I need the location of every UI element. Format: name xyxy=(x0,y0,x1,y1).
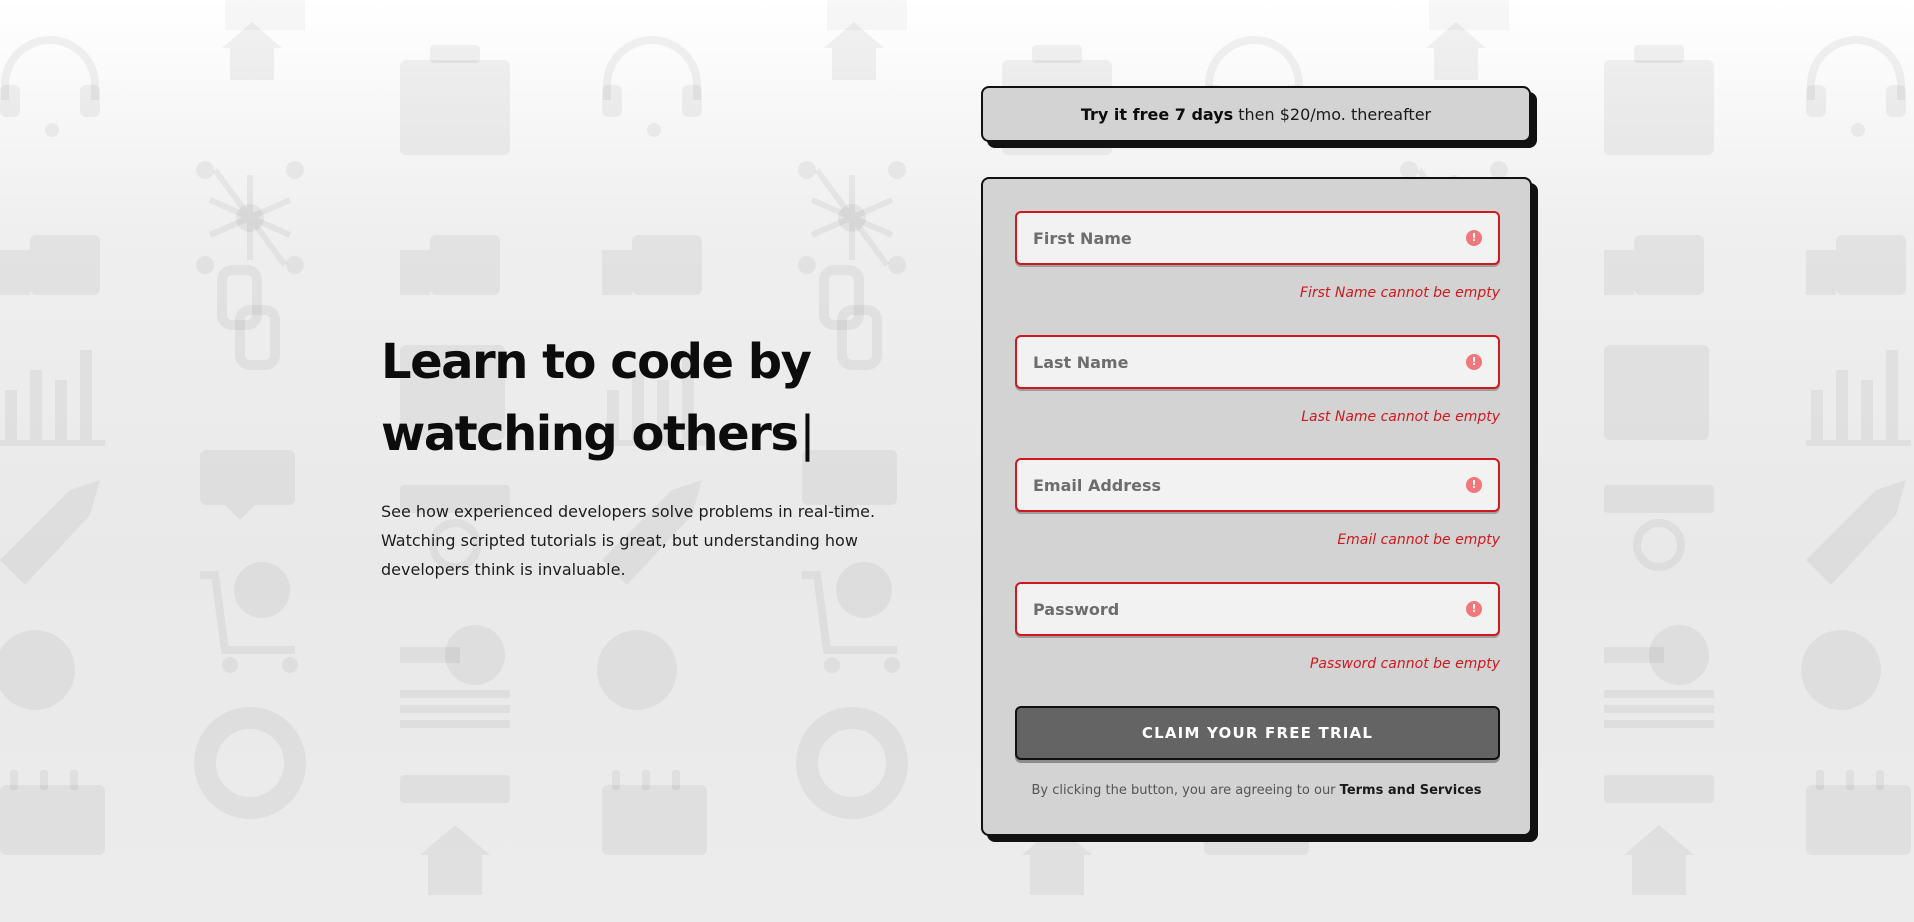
error-icon: ! xyxy=(1466,477,1482,493)
password-field: ! Password cannot be empty xyxy=(1015,582,1500,672)
typing-caret: | xyxy=(799,406,815,462)
password-input-box: ! xyxy=(1015,582,1500,636)
first-name-input-box: ! xyxy=(1015,211,1500,265)
trial-banner-rest: then $20/mo. thereafter xyxy=(1238,104,1432,124)
email-input[interactable] xyxy=(1017,460,1498,510)
error-icon: ! xyxy=(1466,230,1482,246)
first-name-input[interactable] xyxy=(1017,213,1498,263)
first-name-field: ! First Name cannot be empty xyxy=(1015,211,1500,301)
error-icon: ! xyxy=(1466,354,1482,370)
claim-free-trial-button[interactable]: CLAIM YOUR FREE TRIAL xyxy=(1015,706,1500,760)
email-input-box: ! xyxy=(1015,458,1500,512)
last-name-error: Last Name cannot be empty xyxy=(1301,409,1500,425)
last-name-input[interactable] xyxy=(1017,337,1498,387)
background-icon-pattern xyxy=(0,0,1914,922)
trial-banner-bold: Try it free 7 days xyxy=(1080,104,1234,124)
hero-title-line-1: Learn to code by xyxy=(381,334,812,390)
signup-form: ! First Name cannot be empty ! Last Name… xyxy=(981,177,1532,836)
hero-title-line-2: watching others xyxy=(381,406,799,462)
hero-description: See how experienced developers solve pro… xyxy=(381,502,876,579)
first-name-error: First Name cannot be empty xyxy=(1299,285,1500,301)
terms-prefix: By clicking the button, you are agreeing… xyxy=(1031,783,1336,798)
last-name-field: ! Last Name cannot be empty xyxy=(1015,335,1500,425)
email-field: ! Email cannot be empty xyxy=(1015,458,1500,548)
password-input[interactable] xyxy=(1017,584,1498,634)
password-error: Password cannot be empty xyxy=(1309,656,1500,672)
terms-notice: By clicking the button, you are agreeing… xyxy=(983,783,1530,798)
terms-and-services-link[interactable]: Terms and Services xyxy=(1340,783,1482,798)
hero-section: Learn to code by watching others| See ho… xyxy=(381,326,901,584)
trial-banner: Try it free 7 days then $20/mo. thereaft… xyxy=(981,86,1531,142)
last-name-input-box: ! xyxy=(1015,335,1500,389)
hero-title: Learn to code by watching others| xyxy=(381,326,901,470)
email-error: Email cannot be empty xyxy=(1337,532,1500,548)
error-icon: ! xyxy=(1466,601,1482,617)
